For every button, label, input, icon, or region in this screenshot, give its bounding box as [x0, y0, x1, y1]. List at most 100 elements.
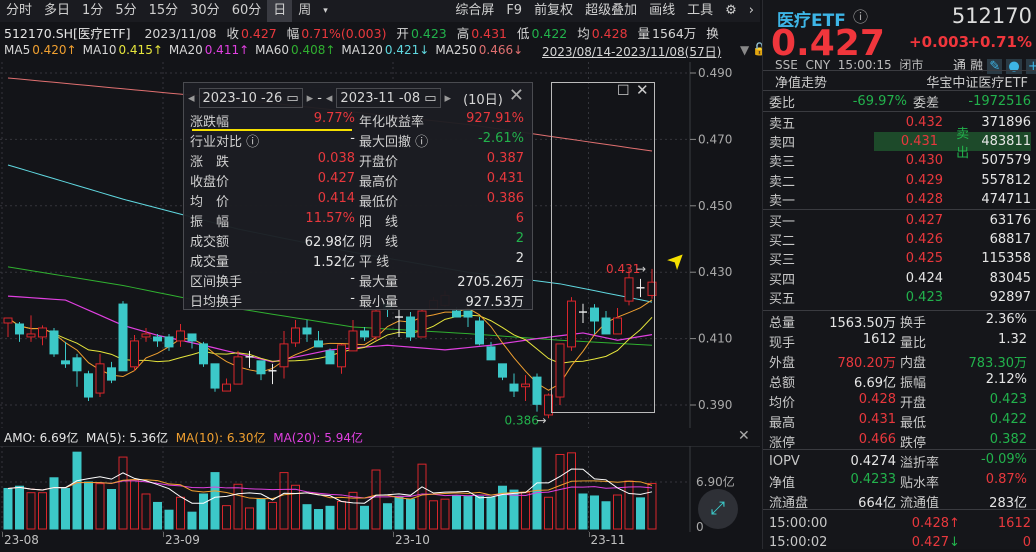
- stat-cell: 现手 1612: [769, 332, 900, 351]
- toolbar-button-2[interactable]: 前复权: [528, 0, 579, 22]
- close-selection-icon[interactable]: ✕: [636, 81, 649, 99]
- close-value: 0.427: [240, 26, 277, 41]
- stat-value: -: [350, 271, 355, 286]
- prev-start-arrow-icon[interactable]: ◂: [188, 91, 195, 106]
- level-volume: 483811: [981, 134, 1031, 150]
- stat-label: 最高价: [359, 175, 399, 190]
- stat-label: 振 幅: [190, 215, 230, 230]
- period-tab-1[interactable]: 多日: [38, 0, 76, 22]
- stat-row: 外盘 780.20万 内盘 783.30万: [769, 352, 1031, 371]
- stat-cell: 贴水率 0.87%: [900, 472, 1031, 491]
- gear-icon[interactable]: ⚙: [719, 0, 743, 22]
- prev-end-arrow-icon[interactable]: ◂: [326, 91, 333, 106]
- stat-value: 0.422: [989, 412, 1027, 427]
- days-count: (10日): [463, 92, 503, 108]
- volume-bar: [532, 447, 542, 530]
- candle: [302, 320, 312, 342]
- volume-bar: [107, 488, 116, 530]
- open-label: 开: [396, 26, 409, 41]
- toolbar-button-4[interactable]: 画线: [643, 0, 681, 22]
- date-dash: -: [317, 90, 322, 106]
- security-code: 512170.SH[医疗ETF]: [4, 26, 131, 41]
- level-volume: 68817: [989, 232, 1031, 248]
- calendar-icon[interactable]: ▭: [286, 91, 298, 106]
- candle-body: [279, 343, 289, 368]
- open-value: 0.423: [410, 26, 447, 41]
- volume-bar: [256, 498, 266, 530]
- period-tab-7[interactable]: 日: [267, 0, 293, 22]
- next-end-arrow-icon[interactable]: ▸: [445, 91, 452, 106]
- volume-bar: [176, 496, 185, 530]
- candle-body: [452, 310, 461, 318]
- date-tick: [588, 532, 590, 537]
- dropdown-triangle-icon[interactable]: ▼: [740, 43, 749, 57]
- stat-cell: 涨 跌 0.038: [190, 151, 359, 171]
- candle: [3, 317, 13, 337]
- toolbar-button-1[interactable]: F9: [500, 0, 528, 22]
- nav-trend-tab[interactable]: 净值走势: [775, 72, 827, 91]
- candle: [406, 312, 415, 341]
- bid-row: 买三 0.425 115358: [769, 249, 1031, 268]
- stat-value: 783.30万: [968, 356, 1028, 371]
- stat-cell: IOPV 0.4274: [769, 454, 900, 469]
- volume-bar: [95, 483, 105, 530]
- chg-label: 幅: [286, 26, 300, 41]
- start-date-input[interactable]: 2023-10 -26 ▭: [198, 88, 303, 108]
- stat-label: 年化收益率: [359, 115, 425, 130]
- candle-body: [406, 316, 415, 338]
- volume-bar: [475, 496, 484, 530]
- next-start-arrow-icon[interactable]: ▸: [307, 91, 314, 106]
- candle-body: [15, 323, 24, 335]
- calendar-icon[interactable]: ▭: [424, 91, 436, 106]
- ma-value: 0.408↑: [291, 43, 336, 57]
- maximize-icon[interactable]: ☐: [617, 83, 630, 99]
- stat-row: 成交额 62.98亿阴 线 2: [190, 231, 528, 251]
- stat-label: 最大量: [359, 275, 399, 290]
- candle-body: [3, 317, 13, 324]
- toolbar-button-5[interactable]: 工具: [681, 0, 719, 22]
- toolbar-button-3[interactable]: 超级叠加: [579, 0, 643, 22]
- close-volume-panel-icon[interactable]: ✕: [738, 428, 750, 444]
- low-marker-arrow: →: [537, 413, 547, 427]
- expand-icon[interactable]: ⤢: [698, 489, 738, 529]
- level-volume: 507579: [981, 153, 1031, 169]
- level-volume: 557812: [981, 172, 1031, 188]
- candle-body: [176, 330, 185, 342]
- stat-cell: 收盘价 0.427: [190, 171, 359, 191]
- stat-cell: 日均换手 -: [190, 291, 359, 311]
- close-label: 收: [226, 26, 239, 41]
- volume-bar: [279, 472, 289, 530]
- close-popup-icon[interactable]: ✕: [509, 85, 524, 106]
- period-tab-0[interactable]: 分时: [0, 0, 38, 22]
- stat-label: 现手: [769, 336, 796, 351]
- vol-tick-label: 6.90亿: [696, 474, 735, 489]
- candle-body: [84, 373, 93, 398]
- candle-body: [532, 376, 542, 405]
- period-tab-8[interactable]: 周: [292, 0, 317, 22]
- stat-cell: 总额 6.69亿: [769, 372, 900, 391]
- stat-value: 2.12%: [985, 372, 1027, 387]
- candle-body: [371, 310, 381, 338]
- period-tab-4[interactable]: 15分: [143, 0, 185, 22]
- volume-bar: [590, 495, 599, 530]
- end-date-input[interactable]: 2023-11 -08 ▭: [336, 88, 441, 108]
- period-tab-5[interactable]: 30分: [184, 0, 226, 22]
- candle-body: [521, 383, 530, 388]
- more-periods-icon[interactable]: ▾: [317, 0, 334, 22]
- period-tab-6[interactable]: 60分: [226, 0, 268, 22]
- volume-chart[interactable]: 6.90亿0: [0, 446, 760, 532]
- toolbar-button-0[interactable]: 综合屏: [449, 0, 500, 22]
- stat-value: 780.20万: [837, 356, 897, 371]
- ma-value: 0.421↓: [384, 43, 430, 57]
- range-selection-box[interactable]: ☐ ✕: [551, 81, 655, 413]
- level-price: 0.428: [905, 191, 943, 207]
- candle-body: [210, 363, 220, 389]
- stat-row: 总量 1563.50万 换手 2.36%: [769, 312, 1031, 331]
- volume-bar: [26, 492, 36, 530]
- candle: [325, 348, 335, 365]
- stat-cell: 涨跌幅 9.77%: [190, 111, 359, 131]
- date-range-selector[interactable]: 2023/08/14-2023/11/08(57日): [542, 43, 721, 60]
- period-tab-3[interactable]: 5分: [109, 0, 142, 22]
- period-tab-2[interactable]: 1分: [76, 0, 109, 22]
- chevron-right-icon[interactable]: ›: [743, 0, 760, 22]
